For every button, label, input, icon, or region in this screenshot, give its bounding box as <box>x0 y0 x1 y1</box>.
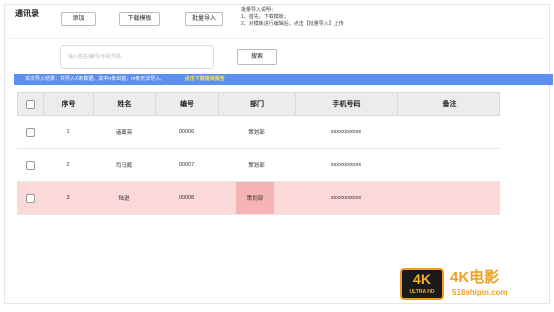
row-phone: xxxxxxxxxxx <box>330 129 362 135</box>
watermark-brand: 4K电影 <box>450 269 500 286</box>
instructions-step-1: 1、首先，下载模板； <box>241 14 289 20</box>
row-select-cell <box>17 116 43 148</box>
table-header: 序号 姓名 编号 部门 手机号码 备注 <box>17 92 500 116</box>
row-checkbox[interactable] <box>25 193 35 203</box>
row-select-cell <box>17 182 43 214</box>
column-header-note: 备注 <box>442 101 457 108</box>
search-button[interactable]: 搜索 <box>237 49 277 65</box>
column-header-name: 姓名 <box>94 93 156 115</box>
column-header-phone: 手机号码 <box>296 93 398 115</box>
row-name: 诸葛亮 <box>115 130 133 136</box>
row-index: 1 <box>66 129 70 135</box>
4k-badge-icon: 4K ULTRA HD <box>400 268 444 300</box>
badge-small-text: ULTRA HD <box>409 289 435 295</box>
row-index: 2 <box>66 162 70 168</box>
column-header-code: 编号 <box>156 93 219 115</box>
row-dept-error: 策划部 <box>236 182 274 214</box>
row-dept: 策划部 <box>248 163 265 169</box>
select-all-cell <box>18 93 44 115</box>
import-result-text: 本次导入结果：共导入X条数据。其中n条出错，m条无法导入。 <box>25 76 166 82</box>
instructions-title: 批量导入说明： <box>241 7 277 13</box>
row-note <box>397 149 500 181</box>
header-divider <box>10 38 544 39</box>
table-row-error[interactable]: 3 陆逊 00008 策划部 xxxxxxxxxxx <box>17 182 500 215</box>
import-result-banner: 本次导入结果：共导入X条数据。其中n条出错，m条无法导入。 点击下载错误报告 <box>14 74 553 85</box>
row-name: 陆逊 <box>118 196 130 202</box>
page-title: 通讯录 <box>15 9 39 18</box>
select-all-checkbox[interactable] <box>26 99 35 109</box>
add-button[interactable]: 添加 <box>61 12 96 26</box>
row-code: 00006 <box>178 129 195 135</box>
column-header-index: 序号 <box>44 93 94 115</box>
watermark-logo: 4K ULTRA HD 4K电影 518shipin.com <box>400 264 548 304</box>
table-row[interactable]: 2 司马懿 00007 策划部 xxxxxxxxxxx <box>17 149 500 182</box>
row-name: 司马懿 <box>115 163 133 169</box>
instructions-step-2: 2、对模板进行编辑后，点击【批量导入】上传 <box>241 21 344 27</box>
search-input[interactable]: 输入姓名/编号/手机号码 <box>60 45 214 69</box>
batch-import-button[interactable]: 批量导入 <box>185 12 223 26</box>
row-select-cell <box>17 149 43 181</box>
contacts-table: 序号 姓名 编号 部门 手机号码 备注 1 诸葛亮 00006 策划部 xxxx… <box>17 92 500 215</box>
row-checkbox[interactable] <box>25 127 35 137</box>
download-template-button[interactable]: 下载模板 <box>119 12 160 26</box>
column-header-dept: 部门 <box>219 93 296 115</box>
watermark-url: 518shipin.com <box>452 288 508 297</box>
row-code: 00007 <box>178 162 195 168</box>
row-phone: xxxxxxxxxxx <box>330 162 362 168</box>
row-note <box>397 116 500 148</box>
row-checkbox[interactable] <box>25 160 35 170</box>
row-index: 3 <box>66 195 70 201</box>
row-code: 00008 <box>178 195 195 201</box>
row-note <box>397 182 500 214</box>
import-instructions: 批量导入说明： 1、首先，下载模板； 2、对模板进行编辑后，点击【批量导入】上传 <box>241 7 344 28</box>
row-phone: xxxxxxxxxxx <box>330 195 362 201</box>
table-row[interactable]: 1 诸葛亮 00006 策划部 xxxxxxxxxxx <box>17 116 500 149</box>
badge-big-text: 4K <box>413 271 431 287</box>
row-dept: 策划部 <box>248 130 265 136</box>
download-error-report-link[interactable]: 点击下载错误报告 <box>185 76 225 82</box>
